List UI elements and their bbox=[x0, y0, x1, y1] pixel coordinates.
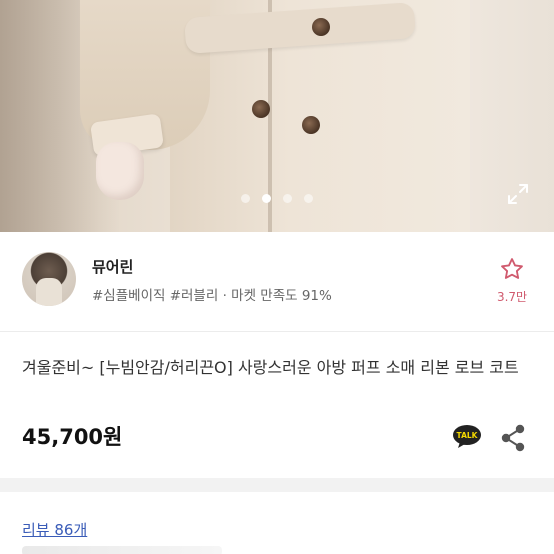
kakao-talk-icon[interactable]: TALK bbox=[452, 424, 482, 450]
carousel-dot-active[interactable] bbox=[262, 194, 271, 203]
coat-button bbox=[252, 100, 270, 118]
share-icon[interactable] bbox=[500, 424, 526, 452]
hand bbox=[96, 142, 144, 200]
product-image[interactable] bbox=[0, 0, 554, 232]
section-divider bbox=[0, 478, 554, 492]
seller-name[interactable]: 뮤어린 bbox=[92, 256, 133, 277]
coat-button bbox=[302, 116, 320, 134]
seller-avatar[interactable] bbox=[22, 252, 76, 306]
talk-label: TALK bbox=[457, 431, 479, 440]
favorite-count: 3.7만 bbox=[496, 290, 528, 304]
review-preview bbox=[22, 546, 222, 554]
star-outline-icon[interactable] bbox=[499, 256, 525, 282]
product-title: 겨울준비~ [누빔안감/허리끈O] 사랑스러운 아방 퍼프 소매 리본 로브 코… bbox=[22, 358, 519, 377]
reviews-link[interactable]: 리뷰 86개 bbox=[22, 519, 87, 540]
product-price: 45,700원 bbox=[22, 425, 123, 449]
coat-button bbox=[312, 18, 330, 36]
seller-tags: #심플베이직 #러블리 · 마켓 만족도 91% bbox=[92, 288, 332, 304]
carousel-dot[interactable] bbox=[283, 194, 292, 203]
expand-icon[interactable] bbox=[506, 182, 530, 206]
carousel-dot[interactable] bbox=[241, 194, 250, 203]
carousel-dot[interactable] bbox=[304, 194, 313, 203]
seller-row[interactable]: 뮤어린 #심플베이직 #러블리 · 마켓 만족도 91% bbox=[0, 232, 554, 332]
carousel-indicator bbox=[0, 194, 554, 203]
